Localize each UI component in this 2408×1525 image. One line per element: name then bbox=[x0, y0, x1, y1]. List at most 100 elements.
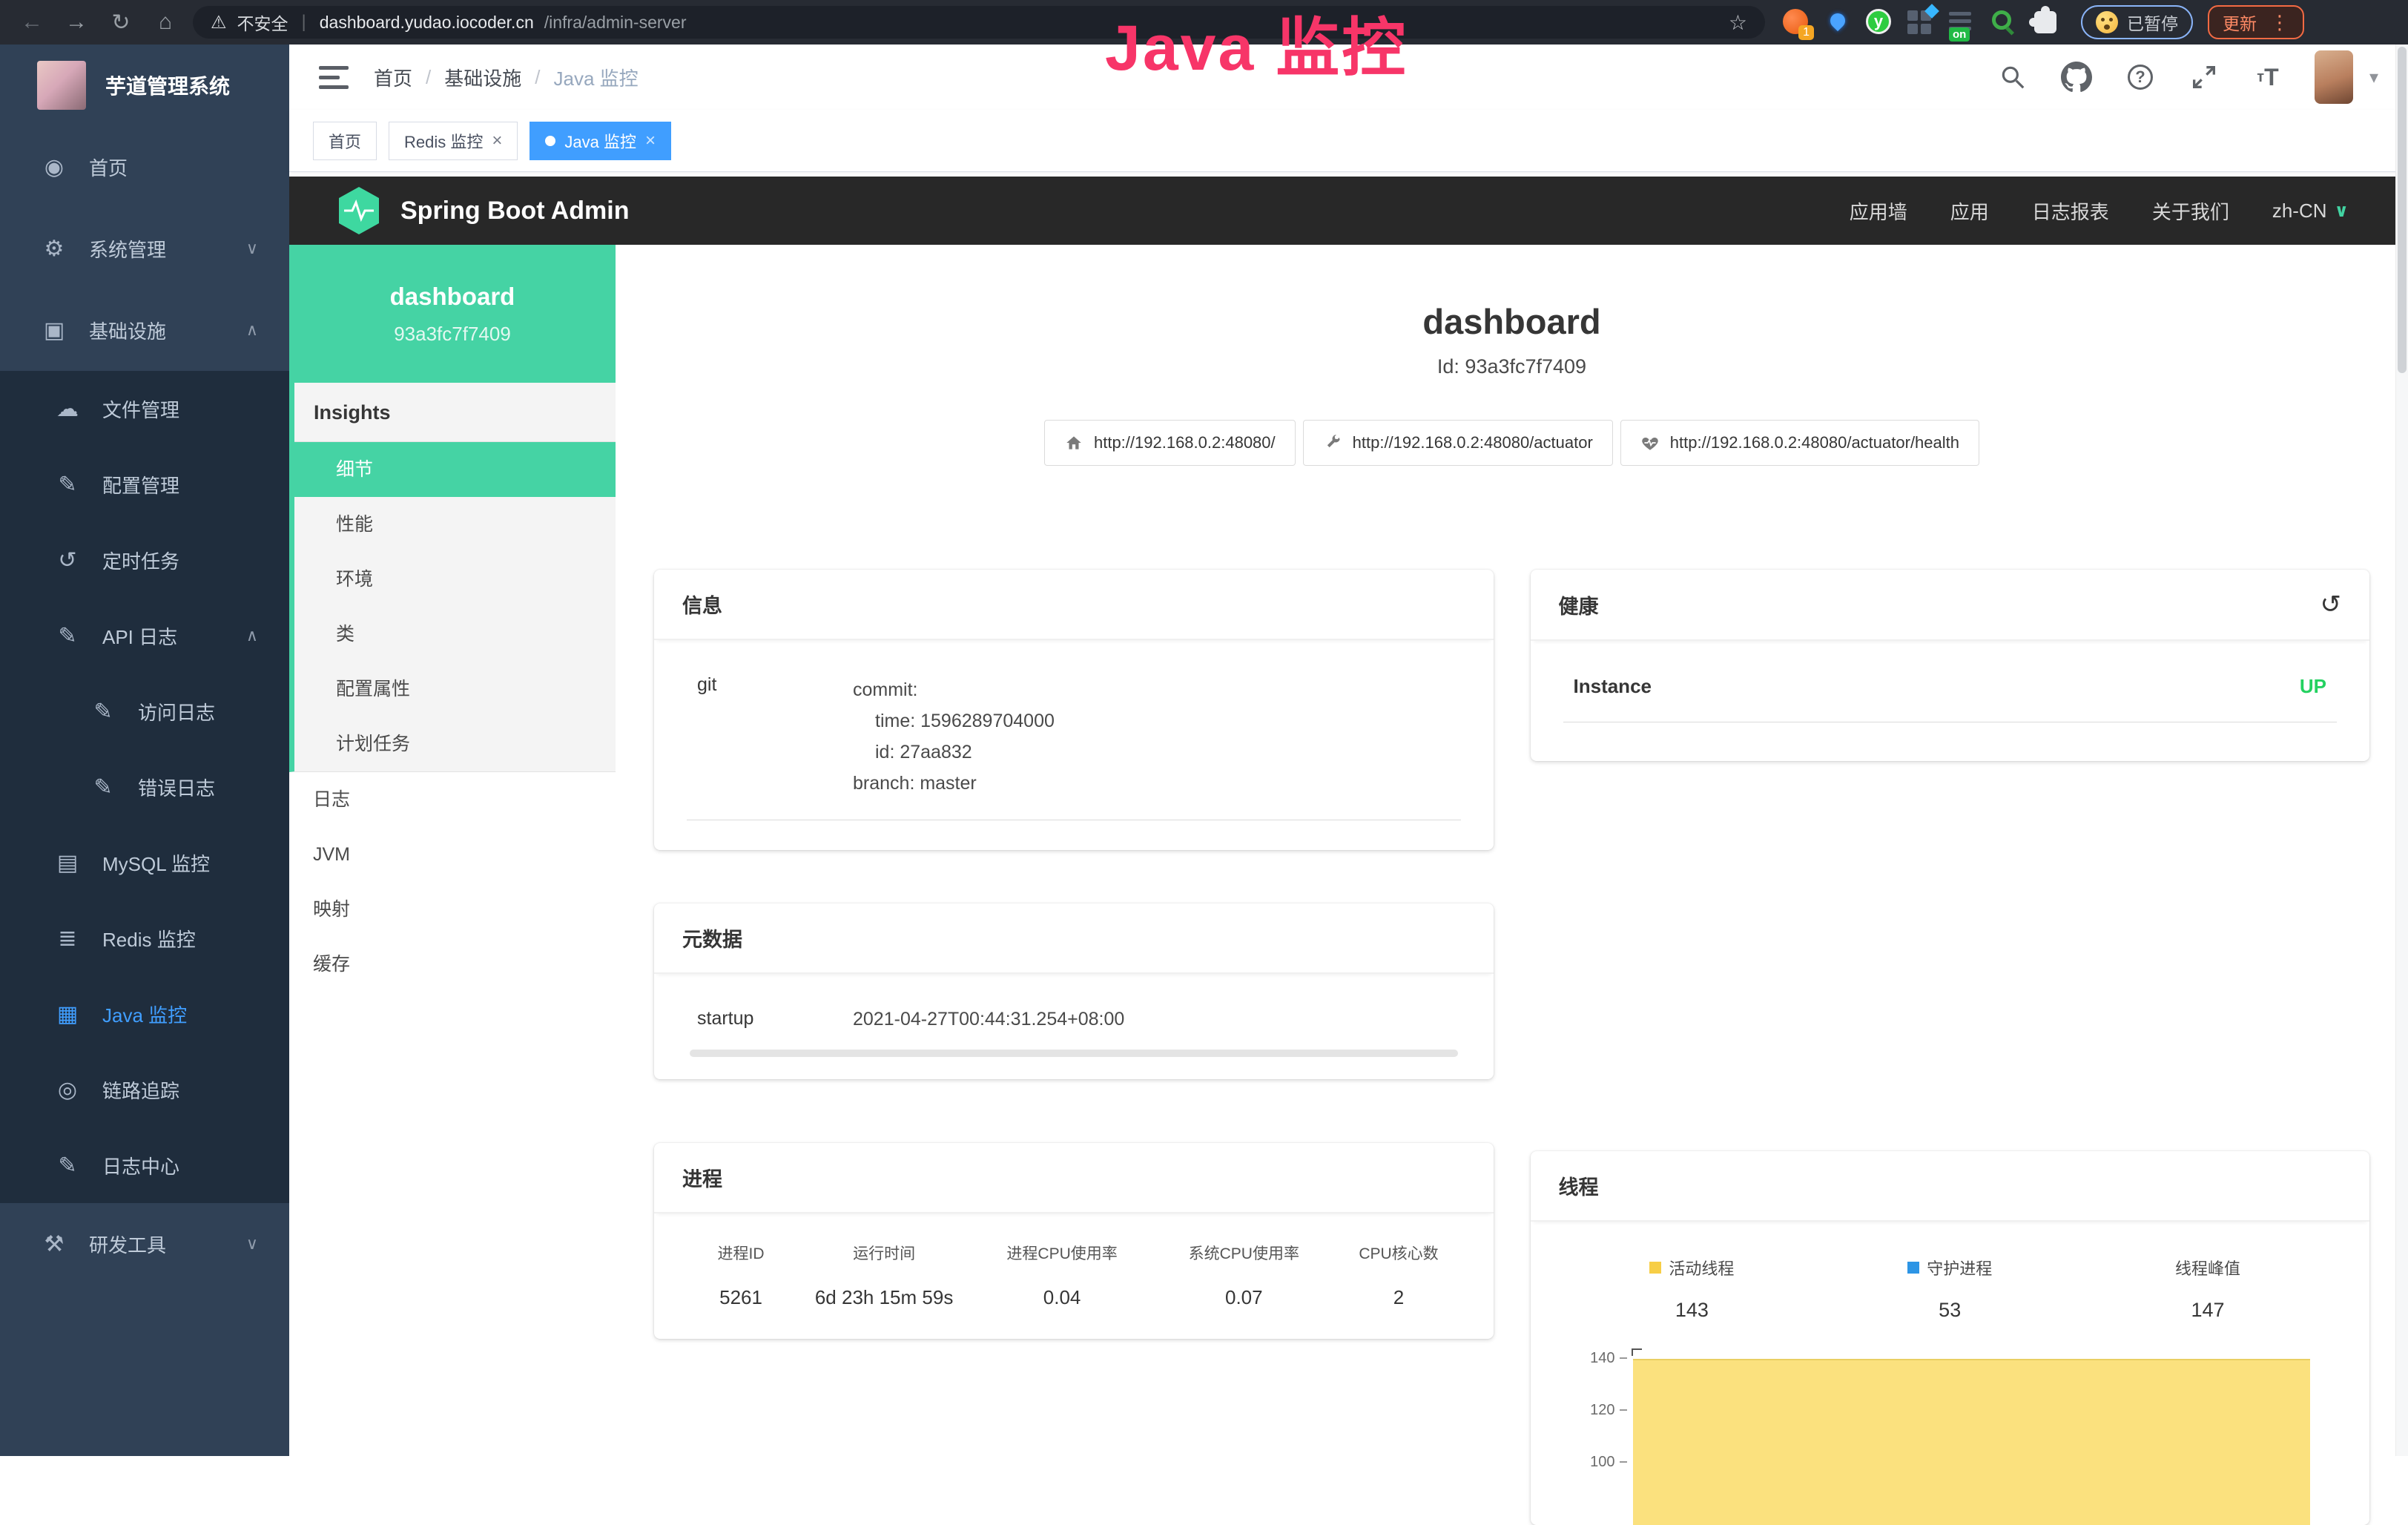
chevron-down-icon: ∨ bbox=[246, 1234, 258, 1254]
search-icon[interactable] bbox=[1996, 60, 2030, 94]
insights-section: Insights 细节 性能 环境 类 配置属性 计划任务 bbox=[289, 383, 616, 772]
help-icon[interactable]: ? bbox=[2123, 60, 2157, 94]
paused-profile-badge[interactable]: 已暂停 bbox=[2081, 5, 2193, 39]
tag-java[interactable]: Java 监控 × bbox=[530, 122, 671, 160]
sba-nav-applications[interactable]: 应用 bbox=[1950, 197, 1989, 225]
grid-extension-icon[interactable] bbox=[1907, 9, 1934, 36]
sidebar-item-infra[interactable]: ▣ 基础设施 ∧ bbox=[0, 289, 289, 371]
pin-extension-icon[interactable] bbox=[1824, 9, 1851, 36]
breadcrumb-home[interactable]: 首页 bbox=[374, 64, 412, 91]
user-avatar[interactable] bbox=[2315, 50, 2353, 104]
sidebar-item-dev-tools[interactable]: ⚒ 研发工具 ∨ bbox=[0, 1203, 289, 1285]
sba-nav-about[interactable]: 关于我们 bbox=[2152, 197, 2229, 225]
sidebar-item-java[interactable]: ▦ Java 监控 bbox=[0, 976, 289, 1052]
process-col-cores: CPU核心数 2 bbox=[1337, 1242, 1461, 1309]
process-card-header: 进程 bbox=[654, 1143, 1494, 1213]
hamburger-icon[interactable] bbox=[319, 66, 349, 89]
refresh-extension-icon[interactable]: 1 bbox=[1783, 9, 1810, 36]
instance-id: 93a3fc7f7409 bbox=[394, 323, 511, 346]
process-col-pid: 进程ID 5261 bbox=[687, 1242, 795, 1309]
sidebar-item-jobs[interactable]: ↺ 定时任务 bbox=[0, 522, 289, 598]
scrollbar-thumb[interactable] bbox=[2398, 47, 2407, 373]
sba-item-mappings[interactable]: 映射 bbox=[289, 882, 616, 937]
edit-icon: ✎ bbox=[88, 774, 119, 800]
font-size-icon[interactable]: тT bbox=[2251, 60, 2285, 94]
actuator-url-button[interactable]: http://192.168.0.2:48080/actuator bbox=[1303, 420, 1613, 466]
sba-instance-header[interactable]: dashboard 93a3fc7f7409 bbox=[289, 245, 616, 383]
sidebar-item-mysql[interactable]: ▤ MySQL 监控 bbox=[0, 825, 289, 900]
legend-daemon-threads: 守护进程 53 bbox=[1821, 1256, 2079, 1322]
infra-submenu: ☁ 文件管理 ✎ 配置管理 ↺ 定时任务 ✎ API 日志 ∧ ✎ 访问日志 ✎ bbox=[0, 371, 289, 1203]
metadata-card-header: 元数据 bbox=[654, 903, 1494, 974]
app-logo[interactable]: 芋道管理系统 bbox=[0, 45, 289, 126]
sba-nav: 应用墙 应用 日志报表 关于我们 zh-CN ∨ bbox=[1850, 197, 2349, 225]
y-tick-100: 100 bbox=[1563, 1454, 1615, 1471]
kebab-menu-icon[interactable]: ⋮ bbox=[2270, 11, 2289, 34]
sidebar-item-log-center[interactable]: ✎ 日志中心 bbox=[0, 1127, 289, 1203]
sba-item-classes[interactable]: 类 bbox=[294, 607, 616, 662]
fullscreen-icon[interactable] bbox=[2187, 60, 2221, 94]
home-icon[interactable]: ⌂ bbox=[148, 10, 182, 35]
github-icon[interactable] bbox=[2059, 60, 2094, 94]
sba-item-logs[interactable]: 日志 bbox=[289, 772, 616, 827]
tag-redis[interactable]: Redis 监控 × bbox=[389, 122, 518, 160]
list-extension-icon[interactable]: on bbox=[1949, 9, 1976, 36]
sba-item-details[interactable]: 细节 bbox=[294, 442, 616, 497]
caret-down-icon[interactable]: ▾ bbox=[2369, 67, 2378, 88]
address-bar[interactable]: ⚠ 不安全 | dashboard.yudao.iocoder.cn /infr… bbox=[193, 6, 1765, 39]
sba-item-jvm[interactable]: JVM bbox=[289, 827, 616, 882]
sba-nav-wallboard[interactable]: 应用墙 bbox=[1850, 197, 1907, 225]
blue-legend-swatch bbox=[1907, 1262, 1919, 1274]
metadata-card: 元数据 startup 2021-04-27T00:44:31.254+08:0… bbox=[654, 903, 1494, 1079]
back-icon[interactable]: ← bbox=[15, 10, 49, 35]
update-label: 更新 bbox=[2223, 10, 2257, 35]
sba-item-metrics[interactable]: 性能 bbox=[294, 497, 616, 552]
threads-chart: 140 120 100 bbox=[1563, 1347, 2338, 1525]
search-extension-icon[interactable] bbox=[1990, 9, 2017, 36]
sidebar-item-config[interactable]: ✎ 配置管理 bbox=[0, 447, 289, 522]
forward-icon[interactable]: → bbox=[59, 10, 93, 35]
sidebar-item-system[interactable]: ⚙ 系统管理 ∨ bbox=[0, 208, 289, 289]
sidebar-item-api-log[interactable]: ✎ API 日志 ∧ bbox=[0, 598, 289, 673]
info-row-label: git bbox=[697, 674, 853, 799]
reload-icon[interactable]: ↻ bbox=[104, 10, 138, 36]
eye-icon: ◎ bbox=[52, 1077, 83, 1103]
sidebar-item-files[interactable]: ☁ 文件管理 bbox=[0, 371, 289, 447]
database-icon: ▤ bbox=[52, 850, 83, 876]
language-selector[interactable]: zh-CN ∨ bbox=[2272, 200, 2349, 223]
sidebar-item-trace[interactable]: ◎ 链路追踪 bbox=[0, 1052, 289, 1127]
instance-links: http://192.168.0.2:48080/ http://192.168… bbox=[1044, 420, 1979, 466]
tag-home[interactable]: 首页 bbox=[313, 122, 377, 160]
sidebar-item-redis[interactable]: ≣ Redis 监控 bbox=[0, 900, 289, 976]
bookmark-star-icon[interactable]: ☆ bbox=[1729, 10, 1747, 35]
health-url-button[interactable]: http://192.168.0.2:48080/actuator/health bbox=[1620, 420, 1979, 466]
sba-item-caches[interactable]: 缓存 bbox=[289, 937, 616, 992]
sba-nav-journal[interactable]: 日志报表 bbox=[2032, 197, 2109, 225]
info-card: 信息 git commit: time: 1596289704000 id: 2… bbox=[654, 570, 1494, 850]
process-col-sys-cpu: 系统CPU使用率 0.07 bbox=[1151, 1242, 1336, 1309]
sidebar-item-access-log[interactable]: ✎ 访问日志 bbox=[0, 673, 289, 749]
page-scrollbar[interactable] bbox=[2395, 45, 2408, 1456]
close-icon[interactable]: × bbox=[492, 131, 502, 151]
sba-logo-icon bbox=[337, 186, 381, 235]
sidebar-item-home[interactable]: ◉ 首页 bbox=[0, 126, 289, 208]
edit-icon: ✎ bbox=[52, 1153, 83, 1179]
gauge-icon: ◉ bbox=[39, 154, 70, 180]
sba-item-environment[interactable]: 环境 bbox=[294, 552, 616, 607]
sba-body: dashboard 93a3fc7f7409 Insights 细节 性能 环境… bbox=[289, 245, 2408, 1456]
horizontal-scrollbar[interactable] bbox=[690, 1050, 1458, 1057]
extensions-puzzle-icon[interactable] bbox=[2032, 9, 2059, 36]
service-url-button[interactable]: http://192.168.0.2:48080/ bbox=[1044, 420, 1296, 466]
process-col-proc-cpu: 进程CPU使用率 0.04 bbox=[973, 1242, 1151, 1309]
sba-item-config-props[interactable]: 配置属性 bbox=[294, 662, 616, 717]
history-icon[interactable]: ↺ bbox=[2320, 590, 2342, 619]
y-extension-icon[interactable]: y bbox=[1866, 9, 1893, 36]
update-button[interactable]: 更新 ⋮ bbox=[2208, 5, 2304, 39]
sba-item-scheduled-tasks[interactable]: 计划任务 bbox=[294, 717, 616, 771]
breadcrumb-infra[interactable]: 基础设施 bbox=[444, 64, 521, 91]
url-divider: | bbox=[302, 12, 306, 33]
close-icon[interactable]: × bbox=[645, 131, 656, 151]
gear-icon: ⚙ bbox=[39, 236, 70, 262]
chevron-down-icon: ∨ bbox=[2335, 200, 2349, 222]
sidebar-item-error-log[interactable]: ✎ 错误日志 bbox=[0, 749, 289, 825]
